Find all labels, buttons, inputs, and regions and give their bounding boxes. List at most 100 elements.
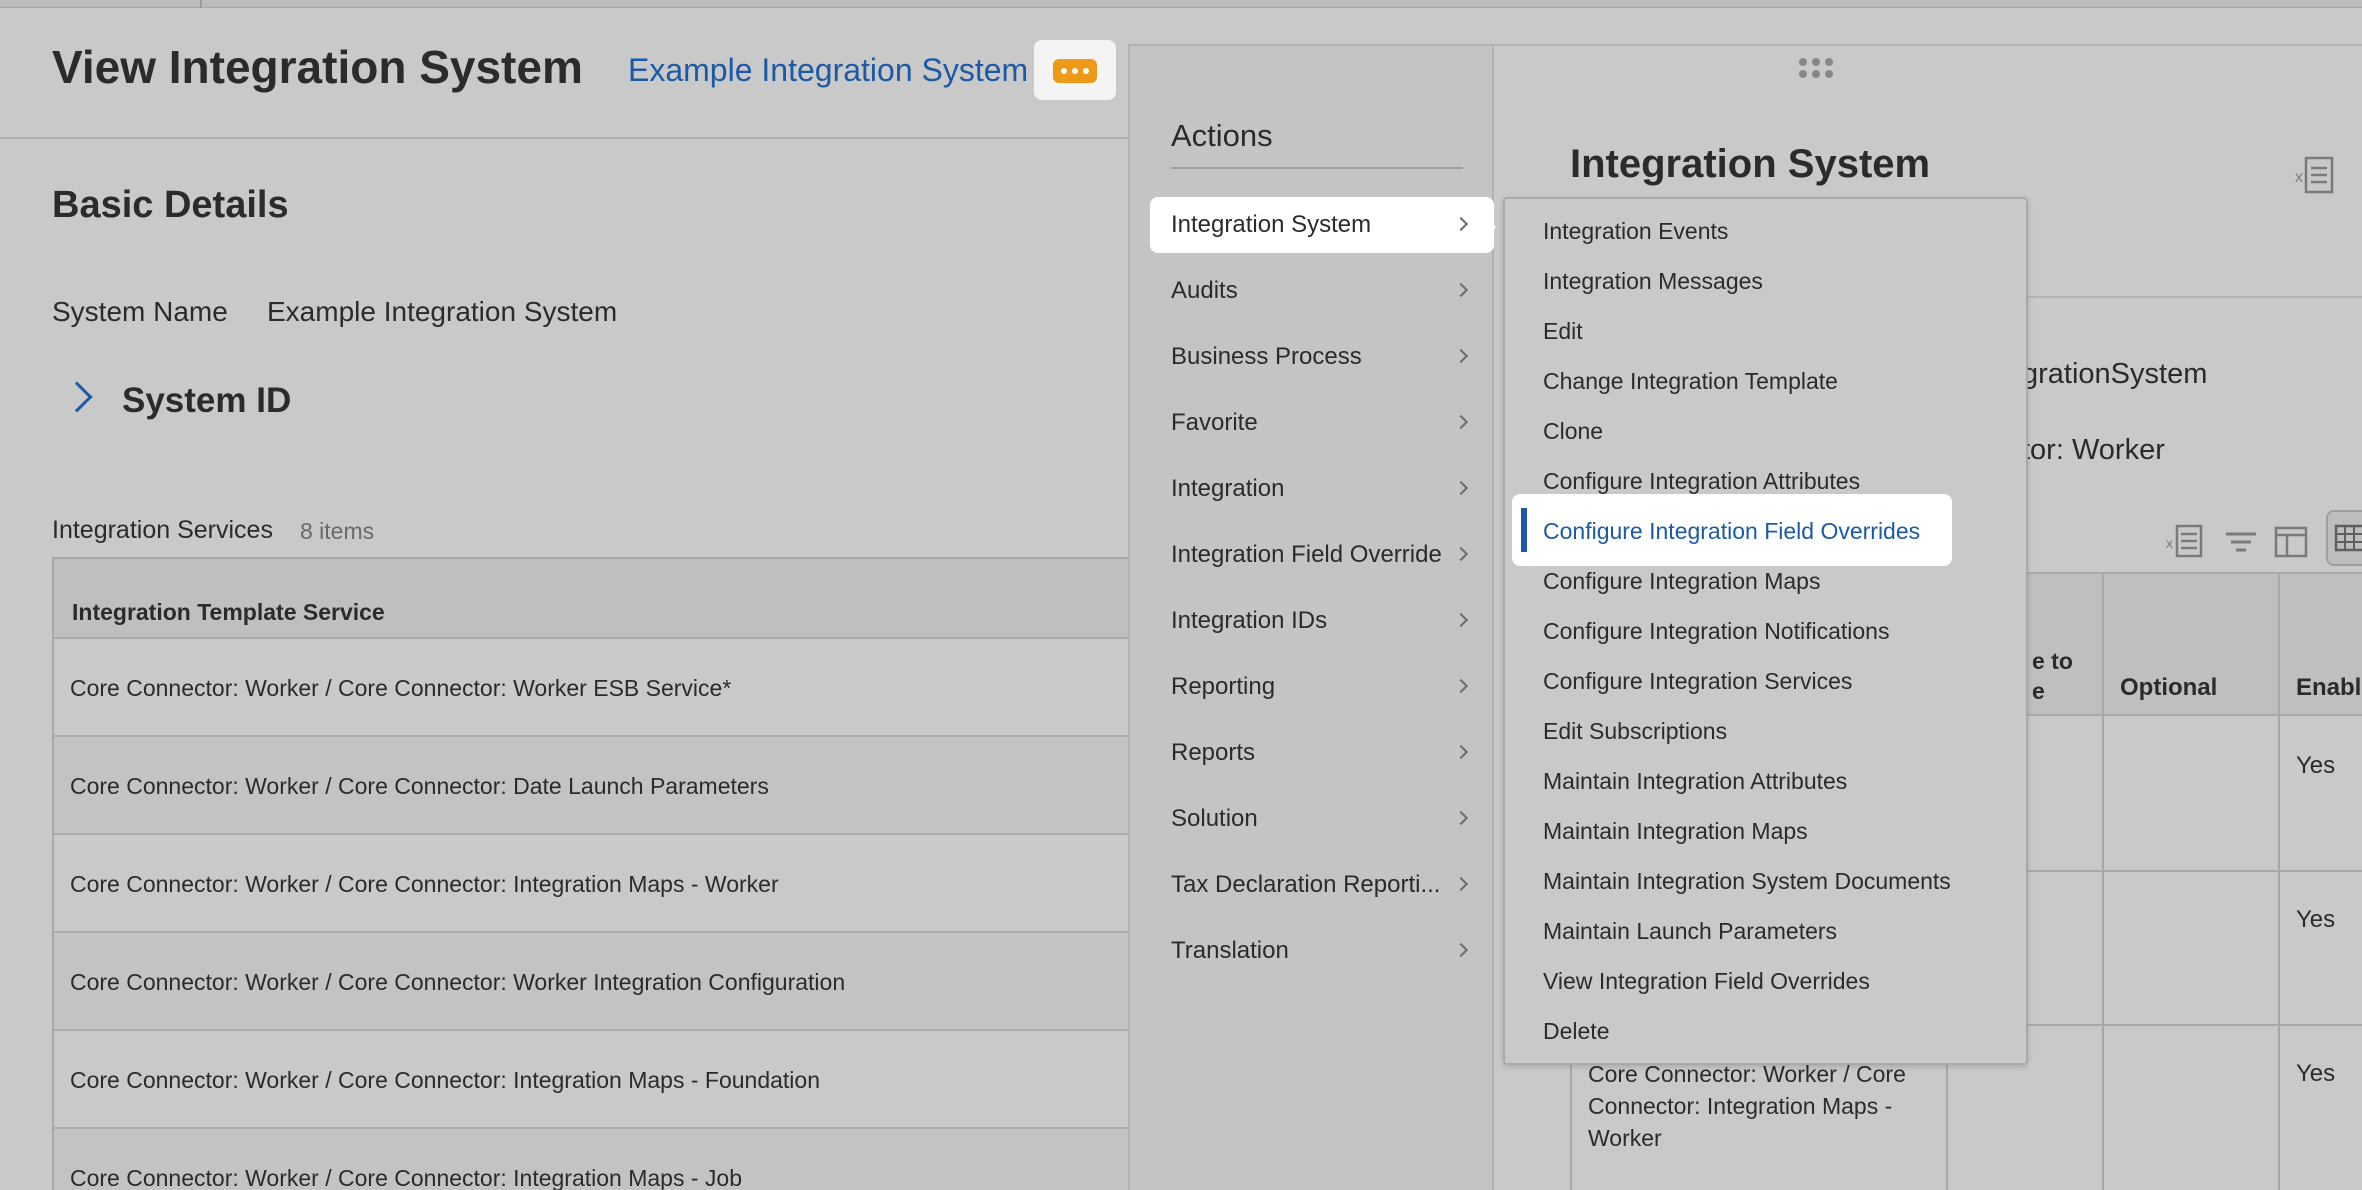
menu-item-integration-system[interactable]: Integration System <box>1150 197 1496 253</box>
menu-item-solution[interactable]: Solution <box>1150 791 1494 847</box>
chevron-right-icon <box>1453 348 1469 364</box>
submenu-item-edit[interactable]: Edit <box>1543 318 1583 345</box>
svg-text:x: x <box>2295 169 2303 186</box>
menu-item-reporting[interactable]: Reporting <box>1150 659 1494 715</box>
enabled-value: Yes <box>2296 906 2336 933</box>
table-cell: Core Connector: Worker / Core Connector:… <box>70 969 846 995</box>
column-header-partial[interactable]: e to e <box>2032 646 2073 706</box>
svg-text:x: x <box>2166 535 2173 551</box>
grid-header: Integration Template Service <box>54 559 1128 639</box>
menu-item-business-process[interactable]: Business Process <box>1150 329 1494 385</box>
chevron-right-icon <box>1453 810 1469 826</box>
menu-item-label: Solution <box>1171 805 1258 832</box>
export-excel-icon[interactable]: x <box>2294 154 2336 196</box>
submenu-item-configure-integration-attributes[interactable]: Configure Integration Attributes <box>1543 468 1860 495</box>
chevron-right-icon <box>1453 942 1469 958</box>
menu-item-label: Business Process <box>1171 343 1362 370</box>
chevron-right-icon <box>1453 678 1469 694</box>
basic-details-heading: Basic Details <box>52 184 289 226</box>
header-divider <box>0 137 1128 139</box>
column-header-enabled[interactable]: Enable <box>2296 674 2362 702</box>
menu-item-label: Translation <box>1171 937 1289 964</box>
menu-item-label: Tax Declaration Reporti... <box>1171 871 1441 898</box>
submenu-item-change-integration-template[interactable]: Change Integration Template <box>1543 368 1838 395</box>
system-name-value: Example Integration System <box>267 296 618 327</box>
enabled-value: Yes <box>2296 752 2336 779</box>
menu-item-label: Reports <box>1171 739 1256 766</box>
column-header-template-service[interactable]: Integration Template Service <box>72 599 385 626</box>
more-dots-icon <box>1053 59 1097 83</box>
menu-item-label: Integration IDs <box>1171 607 1328 634</box>
menu-item-translation[interactable]: Translation <box>1150 923 1494 979</box>
menu-item-label: Audits <box>1171 277 1238 304</box>
table-view-icon[interactable] <box>2326 510 2362 566</box>
integration-services-title: Integration Services <box>52 516 273 544</box>
table-cell: Core Connector: Worker / Core Connector:… <box>70 1165 742 1190</box>
chevron-right-icon <box>1453 876 1469 892</box>
menu-item-favorite[interactable]: Favorite <box>1150 395 1494 451</box>
chevron-right-icon <box>1453 546 1469 562</box>
chevron-right-icon <box>1453 414 1469 430</box>
top-bar-divider <box>200 0 202 8</box>
submenu-item-configure-integration-field-overrides[interactable]: Configure Integration Field Overrides <box>1543 518 1920 545</box>
filter-icon[interactable] <box>2222 522 2260 560</box>
submenu-item-maintain-integration-attributes[interactable]: Maintain Integration Attributes <box>1543 768 1847 795</box>
menu-item-label: Integration <box>1171 475 1285 502</box>
table-row[interactable]: Core Connector: Worker / Core Connector:… <box>54 1031 1128 1129</box>
table-cell: Core Connector: Worker / Core Connector:… <box>70 773 769 799</box>
menu-item-reports[interactable]: Reports <box>1150 725 1494 781</box>
table-row[interactable]: Core Connector: Worker / Core Connector:… <box>54 835 1128 933</box>
menu-item-integration[interactable]: Integration <box>1150 461 1494 517</box>
menu-item-tax-declaration-reporting[interactable]: Tax Declaration Reporti... <box>1150 857 1494 913</box>
grid-divider <box>2102 574 2104 1190</box>
chevron-right-icon <box>1453 612 1469 628</box>
menu-item-label: Reporting <box>1171 673 1276 700</box>
submenu-item-edit-subscriptions[interactable]: Edit Subscriptions <box>1543 718 1727 745</box>
top-bar <box>0 0 2362 8</box>
chevron-right-icon <box>1453 216 1469 232</box>
table-row[interactable]: Core Connector: Worker / Core Connector:… <box>54 933 1128 1031</box>
panel-field-text: grationSystem <box>2022 358 2208 390</box>
grid-divider <box>2278 574 2280 1190</box>
submenu-item-maintain-integration-maps[interactable]: Maintain Integration Maps <box>1543 818 1808 845</box>
table-row[interactable]: Core Connector: Worker / Core Connector:… <box>54 639 1128 737</box>
table-row[interactable]: Core Connector: Worker / Core Connector:… <box>54 737 1128 835</box>
submenu-item-configure-integration-notifications[interactable]: Configure Integration Notifications <box>1543 618 1889 645</box>
integration-services-grid: Integration Template Service Core Connec… <box>52 557 1128 1190</box>
enabled-value: Yes <box>2296 1060 2336 1087</box>
system-id-heading[interactable]: System ID <box>122 381 291 421</box>
submenu-item-view-integration-field-overrides[interactable]: View Integration Field Overrides <box>1543 968 1870 995</box>
table-cell: Core Connector: Worker / Core Connector:… <box>70 871 779 897</box>
actions-divider <box>1171 167 1463 169</box>
menu-item-integration-ids[interactable]: Integration IDs <box>1150 593 1494 649</box>
submenu-item-configure-integration-maps[interactable]: Configure Integration Maps <box>1543 568 1820 595</box>
chevron-right-icon <box>1453 282 1469 298</box>
submenu-item-clone[interactable]: Clone <box>1543 418 1603 445</box>
table-cell: Core Connector: Worker / Core Connector:… <box>70 1067 820 1093</box>
menu-item-label: Integration Field Override <box>1171 541 1442 568</box>
table-row[interactable]: Core Connector: Worker / Core Connector:… <box>54 1129 1128 1190</box>
submenu-item-configure-integration-services[interactable]: Configure Integration Services <box>1543 668 1852 695</box>
selection-bar <box>1521 508 1527 552</box>
system-name-label: System Name <box>52 296 228 327</box>
integration-services-count: 8 items <box>300 518 375 544</box>
column-header-optional[interactable]: Optional <box>2120 674 2217 702</box>
submenu-item-integration-messages[interactable]: Integration Messages <box>1543 268 1763 295</box>
submenu-item-maintain-integration-system-documents[interactable]: Maintain Integration System Documents <box>1543 868 1951 895</box>
chevron-right-icon <box>1453 744 1469 760</box>
page-title: View Integration System <box>52 41 583 93</box>
related-actions-button[interactable] <box>1034 40 1116 100</box>
drag-handle-icon[interactable] <box>1799 58 1833 78</box>
columns-icon[interactable] <box>2272 522 2310 560</box>
menu-item-label: Integration System <box>1171 211 1372 238</box>
submenu-item-maintain-launch-parameters[interactable]: Maintain Launch Parameters <box>1543 918 1837 945</box>
table-cell: Core Connector: Worker / Core Connector:… <box>1588 1061 1906 1151</box>
menu-item-audits[interactable]: Audits <box>1150 263 1494 319</box>
menu-item-integration-field-override[interactable]: Integration Field Override <box>1150 527 1494 583</box>
submenu-item-delete[interactable]: Delete <box>1543 1018 1609 1045</box>
submenu-item-integration-events[interactable]: Integration Events <box>1543 218 1728 245</box>
integration-system-link[interactable]: Example Integration System <box>628 52 1028 89</box>
table-cell: Core Connector: Worker / Core Connector:… <box>70 675 732 701</box>
export-excel-icon[interactable]: x <box>2166 522 2204 560</box>
chevron-right-icon[interactable] <box>61 381 93 413</box>
